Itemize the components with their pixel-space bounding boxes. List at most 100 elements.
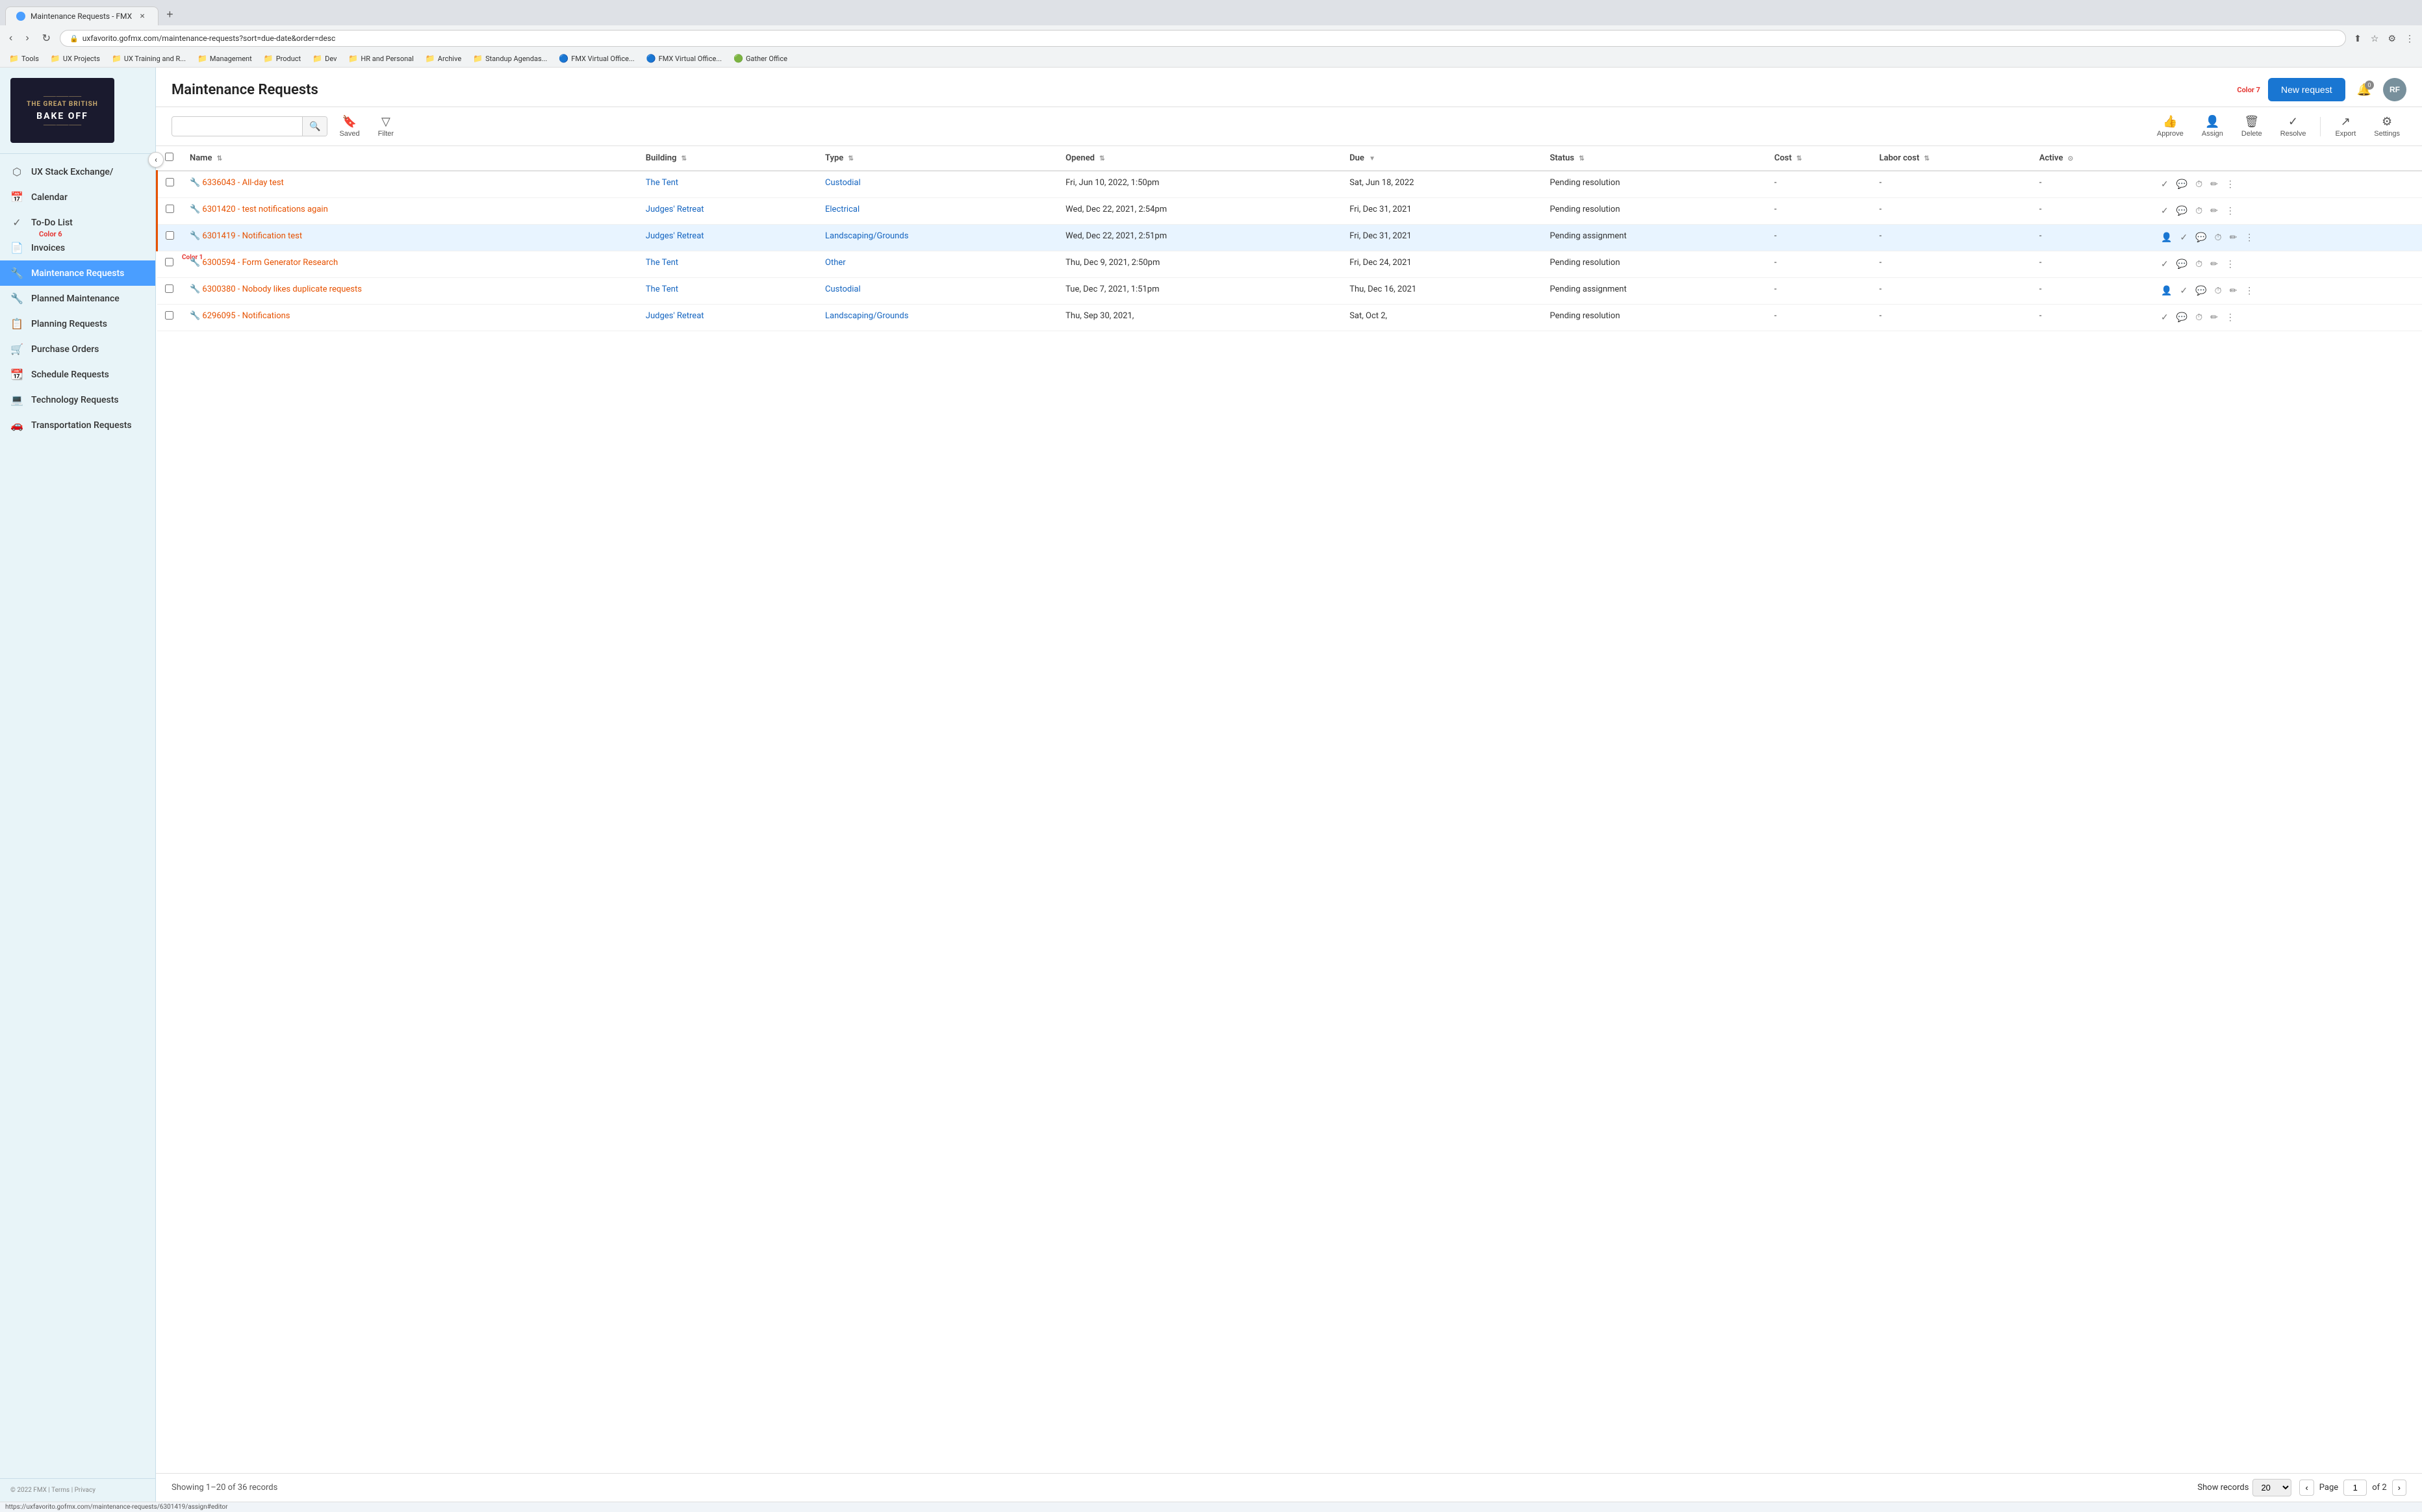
row-comment-icon[interactable]: 💬	[2175, 311, 2189, 324]
row-type-link[interactable]: Custodial	[825, 178, 861, 188]
row-checkbox[interactable]	[165, 311, 173, 320]
search-input[interactable]	[172, 118, 302, 135]
row-comment-icon[interactable]: 💬	[2194, 284, 2208, 297]
back-button[interactable]: ‹	[5, 30, 16, 47]
row-assign-icon[interactable]: 👤	[2160, 231, 2173, 244]
row-type-link[interactable]: Landscaping/Grounds	[825, 231, 908, 241]
delete-button[interactable]: 🗑 Delete	[2235, 112, 2269, 140]
col-due[interactable]: Due ▼	[1342, 146, 1542, 171]
col-cost[interactable]: Cost ⇅	[1766, 146, 1872, 171]
new-request-button[interactable]: New request	[2268, 78, 2345, 101]
col-active[interactable]: Active ⊙	[2032, 146, 2152, 171]
col-type[interactable]: Type ⇅	[817, 146, 1058, 171]
row-comment-icon[interactable]: 💬	[2194, 231, 2208, 244]
col-building[interactable]: Building ⇅	[638, 146, 817, 171]
row-name-link[interactable]: 🔧 6300380 - Nobody likes duplicate reque…	[190, 284, 362, 294]
settings-button[interactable]: ⚙ Settings	[2367, 112, 2406, 140]
row-approve-icon[interactable]: ✓	[2160, 178, 2170, 191]
bookmark-dev[interactable]: 📁 Dev	[309, 53, 340, 64]
row-approve-icon[interactable]: ✓	[2160, 258, 2170, 271]
row-building-link[interactable]: The Tent	[646, 178, 678, 188]
row-assign-icon[interactable]: 👤	[2160, 284, 2173, 297]
sidebar-toggle-button[interactable]: ‹	[148, 152, 164, 168]
address-bar[interactable]: 🔒 uxfavorito.gofmx.com/maintenance-reque…	[60, 30, 2346, 47]
sidebar-item-ux-stack[interactable]: ⬡ UX Stack Exchange/	[0, 159, 155, 184]
share-icon[interactable]: ⬆	[2351, 31, 2364, 47]
row-edit-icon[interactable]: ✏	[2209, 205, 2219, 218]
forward-button[interactable]: ›	[21, 30, 32, 47]
approve-button[interactable]: 👍 Approve	[2150, 112, 2190, 140]
row-edit-icon[interactable]: ✏	[2209, 178, 2219, 191]
saved-button[interactable]: 🔖 Saved	[333, 112, 366, 140]
bookmark-product[interactable]: 📁 Product	[260, 53, 305, 64]
row-more-icon[interactable]: ⋮	[2224, 258, 2236, 271]
sidebar-item-purchase-orders[interactable]: 🛒 Purchase Orders	[0, 336, 155, 362]
row-building-link[interactable]: The Tent	[646, 258, 678, 268]
row-more-icon[interactable]: ⋮	[2224, 205, 2236, 218]
sidebar-item-todo[interactable]: ✓ To-Do List	[0, 210, 155, 235]
row-comment-icon[interactable]: 💬	[2175, 205, 2189, 218]
bookmark-ux-projects[interactable]: 📁 UX Projects	[47, 53, 104, 64]
row-approve-icon[interactable]: ✓	[2160, 311, 2170, 324]
bookmark-fmx-virtual-1[interactable]: 🔵 FMX Virtual Office...	[555, 53, 638, 64]
row-approve-icon[interactable]: ✓	[2178, 231, 2189, 244]
bookmark-standup[interactable]: 📁 Standup Agendas...	[469, 53, 551, 64]
col-name[interactable]: Name ⇅	[182, 146, 638, 171]
sidebar-item-transportation[interactable]: 🚗 Transportation Requests	[0, 412, 155, 438]
sidebar-item-invoices[interactable]: 📄 Invoices	[0, 235, 155, 260]
bookmark-tools[interactable]: 📁 Tools	[5, 53, 43, 64]
col-labor-cost[interactable]: Labor cost ⇅	[1872, 146, 2032, 171]
bookmark-hr[interactable]: 📁 HR and Personal	[344, 53, 417, 64]
col-opened[interactable]: Opened ⇅	[1058, 146, 1342, 171]
export-button[interactable]: ↗ Export	[2328, 112, 2362, 140]
row-name-link[interactable]: 🔧 6300594 - Form Generator Research	[190, 258, 338, 268]
row-edit-icon[interactable]: ✏	[2209, 311, 2219, 324]
bookmark-gather[interactable]: 🟢 Gather Office	[730, 53, 791, 64]
avatar-button[interactable]: RF	[2383, 78, 2406, 101]
resolve-button[interactable]: ✓ Resolve	[2274, 112, 2313, 140]
tab-close-button[interactable]: ×	[137, 11, 147, 21]
row-building-link[interactable]: Judges' Retreat	[646, 205, 704, 214]
row-timer-icon[interactable]: ⏱	[2194, 205, 2204, 218]
bookmark-archive[interactable]: 📁 Archive	[422, 53, 465, 64]
row-more-icon[interactable]: ⋮	[2243, 284, 2255, 297]
sidebar-item-planned-maintenance[interactable]: 🔧 Planned Maintenance	[0, 286, 155, 311]
row-checkbox[interactable]	[165, 258, 173, 266]
row-more-icon[interactable]: ⋮	[2224, 178, 2236, 191]
row-name-link[interactable]: 🔧 6336043 - All-day test	[190, 178, 284, 188]
extensions-icon[interactable]: ⚙	[2385, 31, 2399, 47]
sidebar-item-calendar[interactable]: 📅 Calendar	[0, 184, 155, 210]
col-status[interactable]: Status ⇅	[1542, 146, 1766, 171]
filter-button[interactable]: ▽ Filter	[372, 112, 400, 140]
row-edit-icon[interactable]: ✏	[2209, 258, 2219, 271]
bookmark-fmx-virtual-2[interactable]: 🔵 FMX Virtual Office...	[643, 53, 726, 64]
prev-page-button[interactable]: ‹	[2299, 1480, 2314, 1496]
row-type-link[interactable]: Other	[825, 258, 846, 268]
row-edit-icon[interactable]: ✏	[2228, 231, 2239, 244]
new-tab-button[interactable]: +	[160, 4, 180, 25]
row-type-link[interactable]: Landscaping/Grounds	[825, 311, 908, 321]
row-checkbox[interactable]	[165, 284, 173, 293]
row-checkbox[interactable]	[166, 231, 174, 240]
row-timer-icon[interactable]: ⏱	[2194, 311, 2204, 324]
row-type-link[interactable]: Custodial	[825, 284, 861, 294]
row-building-link[interactable]: Judges' Retreat	[646, 311, 704, 321]
assign-button[interactable]: 👤 Assign	[2195, 112, 2230, 140]
row-approve-icon[interactable]: ✓	[2160, 205, 2170, 218]
page-number-input[interactable]	[2343, 1480, 2367, 1496]
row-checkbox[interactable]	[166, 205, 174, 213]
row-building-link[interactable]: Judges' Retreat	[646, 231, 704, 241]
sidebar-item-planning-requests[interactable]: 📋 Planning Requests	[0, 311, 155, 336]
row-type-link[interactable]: Electrical	[825, 205, 860, 214]
row-name-link[interactable]: 🔧 6301420 - test notifications again	[190, 205, 328, 214]
row-building-link[interactable]: The Tent	[646, 284, 678, 294]
row-approve-icon[interactable]: ✓	[2178, 284, 2189, 297]
row-more-icon[interactable]: ⋮	[2224, 311, 2236, 324]
notifications-button[interactable]: 🔔 0	[2353, 79, 2375, 101]
row-timer-icon[interactable]: ⏱	[2194, 258, 2204, 271]
row-timer-icon[interactable]: ⏱	[2194, 178, 2204, 191]
bookmark-star-icon[interactable]: ☆	[2368, 31, 2382, 47]
row-more-icon[interactable]: ⋮	[2243, 231, 2255, 244]
row-timer-icon[interactable]: ⏱	[2213, 284, 2223, 297]
row-comment-icon[interactable]: 💬	[2175, 178, 2189, 191]
